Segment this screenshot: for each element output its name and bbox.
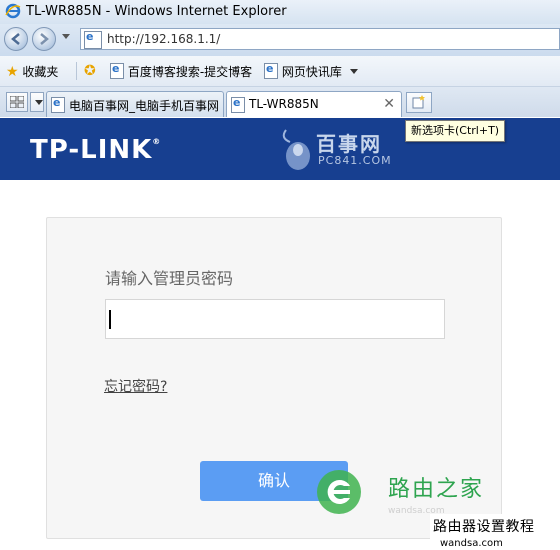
forgot-password-link[interactable]: 忘记密码? [104,376,167,396]
tab-tl-wr885n[interactable]: TL-WR885N ✕ [226,91,402,117]
quick-tabs-grid-icon [10,96,24,108]
address-bar[interactable]: http://192.168.1.1/ [80,28,560,50]
address-url[interactable]: http://192.168.1.1/ [107,32,220,46]
chevron-down-icon [35,100,43,105]
favorite-link-baidu[interactable]: 百度博客搜索-提交博客 [110,62,253,80]
mouse-logo-icon [282,129,310,170]
navigation-bar: http://192.168.1.1/ [0,24,560,56]
forward-button[interactable] [32,27,56,51]
new-tab-icon [412,95,425,109]
ie-page-icon [51,96,65,113]
new-tab-button[interactable] [406,92,432,113]
new-tab-tooltip: 新选项卡(Ctrl+T) [405,120,506,142]
window-title: TL-WR885N - Windows Internet Explorer [26,4,287,19]
tab-list-button[interactable] [30,92,44,112]
favorite-link-webslice[interactable]: 网页快讯库 [264,62,358,80]
tutorial-caption: 路由器设置教程 [430,514,560,540]
back-arrow-icon [11,33,20,45]
back-button[interactable] [4,27,28,51]
password-prompt: 请输入管理员密码 [105,269,234,288]
password-input[interactable] [105,299,445,339]
ie-logo-icon [5,3,21,19]
watermark-name: 路由之家 [388,477,485,502]
forward-arrow-icon [40,33,49,45]
text-cursor [109,310,111,329]
tab-label: 电脑百事网_电脑手机百事网 [69,99,220,113]
ie-page-icon [231,96,245,113]
add-to-favorites-button[interactable]: ✪ [84,63,96,79]
close-tab-icon[interactable]: ✕ [383,96,395,112]
brand-name: TP-LINK [30,135,153,165]
favorite-link-label: 百度博客搜索-提交博客 [127,65,253,79]
favorites-button[interactable]: ★ 收藏夹 [6,63,58,80]
page-icon [84,30,102,49]
caption-text: 路由器设置教程 [433,519,535,535]
watermark-en: PC841.COM [318,154,392,167]
add-favorite-star-icon: ✪ [84,63,96,79]
ie-page-icon [110,62,124,79]
window-title-bar: TL-WR885N - Windows Internet Explorer [0,0,560,24]
watermark-cn: 百事网 [316,132,382,156]
feed-icon [264,62,278,79]
tab-bar: 电脑百事网_电脑手机百事网 TL-WR885N ✕ [0,87,560,117]
pc841-watermark: 百事网 PC841.COM [278,128,398,174]
favorite-link-label: 网页快讯库 [281,65,342,79]
recent-pages-dropdown[interactable] [62,34,70,39]
favorites-star-icon: ★ [6,64,19,80]
luyouzhijia-logo-icon [317,470,361,514]
divider [76,62,77,80]
quick-tabs-button[interactable] [6,92,28,112]
favorites-bar: ★ 收藏夹 ✪ 百度博客搜索-提交博客 网页快讯库 [0,56,560,87]
tp-link-logo: TP-LINK® [30,135,161,165]
favorites-label: 收藏夹 [22,65,59,79]
tab-pc841[interactable]: 电脑百事网_电脑手机百事网 [46,91,224,117]
chevron-down-icon [349,69,358,74]
caption-site: wandsa.com [440,538,503,549]
registered-mark: ® [152,137,162,146]
tab-label: TL-WR885N [249,97,319,111]
